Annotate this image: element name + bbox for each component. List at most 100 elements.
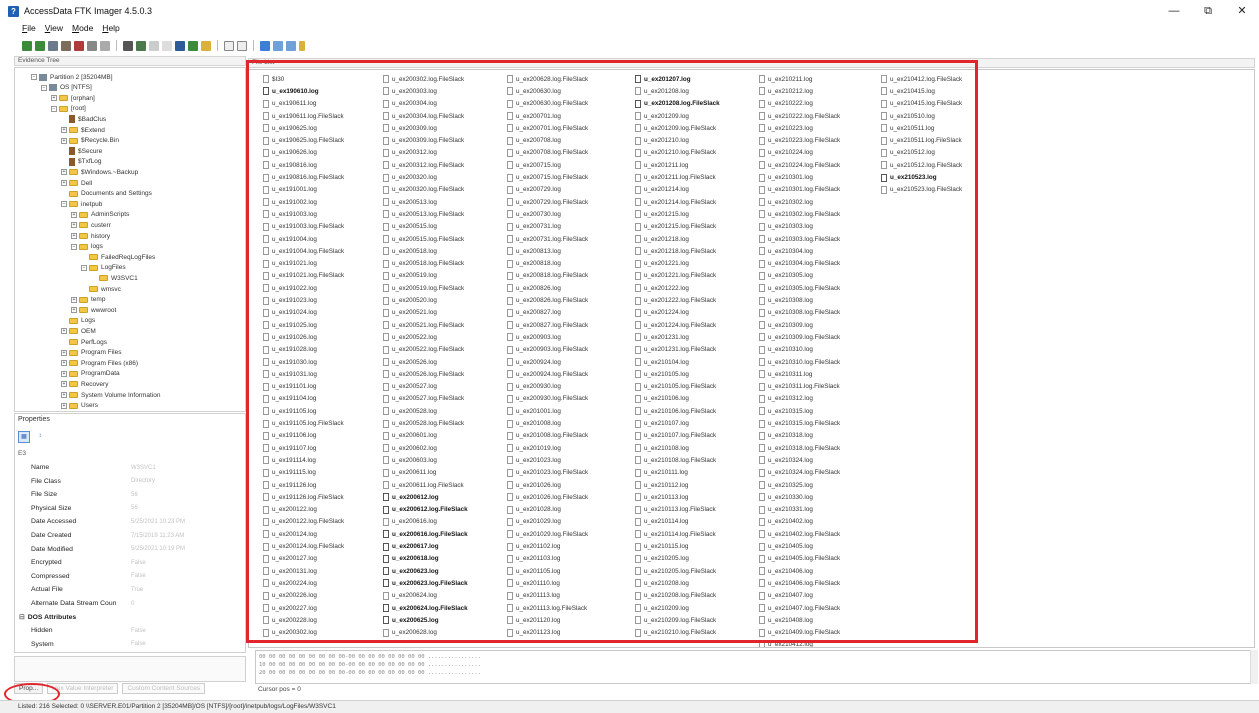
file-list-item[interactable]: u_ex200930.log.FileSlack (507, 393, 588, 405)
tab-custom-content-sources[interactable]: Custom Content Sources (122, 683, 206, 694)
file-list-item[interactable]: u_ex210511.log.FileSlack (881, 135, 962, 147)
tree-node[interactable]: + wwwroot (71, 305, 116, 315)
file-list-item[interactable]: u_ex200526.log.FileSlack (383, 368, 464, 380)
file-list-item[interactable]: u_ex200518.log (383, 245, 437, 257)
expand-toggle-icon[interactable]: + (61, 402, 67, 409)
file-list-item[interactable]: u_ex210523.log.FileSlack (881, 184, 962, 196)
file-list-item[interactable]: u_ex200528.log (383, 405, 437, 417)
file-list-item[interactable]: u_ex201120.log (507, 614, 560, 626)
file-list-item[interactable]: u_ex210113.log.FileSlack (635, 504, 716, 516)
close-button[interactable]: ✕ (1225, 0, 1259, 22)
expand-toggle-icon[interactable]: − (41, 84, 47, 91)
file-list-item[interactable]: u_ex210405.log (759, 540, 813, 552)
file-list-item[interactable]: u_ex200320.log (383, 171, 437, 183)
file-list-item[interactable]: u_ex190611.log.FileSlack (263, 110, 344, 122)
file-list-item[interactable]: u_ex201214.log.FileSlack (635, 196, 716, 208)
tree-node[interactable]: + System Volume Information (61, 390, 160, 400)
capture-memory-icon[interactable] (175, 40, 185, 51)
file-list-item[interactable]: u_ex191026.log (263, 331, 317, 343)
file-list-item[interactable]: u_ex190626.log (263, 147, 317, 159)
tree-node[interactable]: − logs (71, 242, 103, 252)
menu-file[interactable]: File (22, 23, 36, 37)
create-disk-image-icon[interactable] (87, 40, 97, 51)
file-list-item[interactable]: u_ex210205.log (635, 553, 689, 565)
tree-node[interactable]: W3SVC1 (91, 273, 138, 283)
file-list-item[interactable]: u_ex210308.log.FileSlack (759, 307, 840, 319)
file-list-item[interactable]: u_ex210511.log (881, 122, 934, 134)
file-list-item[interactable]: u_ex210407.log (759, 590, 813, 602)
file-list-item[interactable]: u_ex200521.log.FileSlack (383, 319, 464, 331)
file-list-item[interactable]: u_ex201218.log.FileSlack (635, 245, 716, 257)
file-list-item[interactable]: u_ex200731.log (507, 221, 561, 233)
file-list-item[interactable]: u_ex200616.log (383, 516, 437, 528)
file-list-item[interactable]: u_ex200612.log (383, 491, 439, 503)
menu-help[interactable]: Help (102, 23, 119, 37)
file-list-item[interactable]: u_ex201211.log (635, 159, 688, 171)
expand-toggle-icon[interactable]: + (61, 360, 67, 367)
file-list-item[interactable]: u_ex201029.log.FileSlack (507, 528, 588, 540)
file-list-item[interactable]: u_ex191115.log (263, 467, 316, 479)
file-list-item[interactable]: u_ex200124.log (263, 528, 317, 540)
file-list-item[interactable]: u_ex190625.log.FileSlack (263, 135, 344, 147)
categorized-view-icon[interactable]: ▦ (18, 431, 30, 443)
file-list-item[interactable]: u_ex200122.log.FileSlack (263, 516, 344, 528)
file-list-item[interactable]: u_ex200122.log (263, 504, 317, 516)
file-list-item[interactable]: u_ex210107.log (635, 417, 689, 429)
tree-node[interactable]: − [root] (51, 104, 86, 114)
file-list-item[interactable]: u_ex210223.log (759, 122, 813, 134)
file-list-item[interactable]: u_ex200701.log.FileSlack (507, 122, 588, 134)
file-list-item[interactable]: u_ex201221.log.FileSlack (635, 270, 716, 282)
file-list-item[interactable]: u_ex210309.log (759, 319, 813, 331)
file-list-item[interactable]: u_ex201110.log (507, 577, 560, 589)
file-list-item[interactable]: u_ex210308.log (759, 294, 813, 306)
file-list-item[interactable]: u_ex210318.log (759, 430, 813, 442)
file-list-item[interactable]: u_ex200320.log.FileSlack (383, 184, 464, 196)
tab-hex-value-interpreter[interactable]: Hex Value Interpreter (47, 683, 119, 694)
file-list-item[interactable]: u_ex201102.log (507, 540, 560, 552)
file-list-item[interactable]: $I30 (263, 73, 284, 85)
remove-evidence-icon[interactable] (61, 40, 71, 51)
file-list-item[interactable]: u_ex200903.log.FileSlack (507, 344, 588, 356)
expand-toggle-icon[interactable]: − (61, 201, 67, 208)
file-list-item[interactable]: u_ex201224.log (635, 307, 689, 319)
file-list-item[interactable]: u_ex200522.log.FileSlack (383, 344, 464, 356)
file-list-item[interactable]: u_ex210311.log.FileSlack (759, 381, 840, 393)
file-list-item[interactable]: u_ex210224.log (759, 147, 813, 159)
decrypt-icon[interactable] (162, 40, 172, 51)
file-list-item[interactable]: u_ex210311.log (759, 368, 812, 380)
text-view-icon[interactable] (273, 40, 283, 51)
file-list-item[interactable]: u_ex210309.log.FileSlack (759, 331, 840, 343)
expand-toggle-icon[interactable]: + (71, 211, 77, 218)
file-list-item[interactable]: u_ex210211.log (759, 73, 812, 85)
file-list-item[interactable]: u_ex200630.log.FileSlack (507, 98, 588, 110)
file-list-item[interactable]: u_ex210318.log.FileSlack (759, 442, 840, 454)
file-list-item[interactable]: u_ex191105.log (263, 405, 316, 417)
file-list-item[interactable]: u_ex210104.log (635, 356, 689, 368)
file-list-item[interactable]: u_ex210315.log (759, 405, 813, 417)
file-list-item[interactable]: u_ex210412.log.FileSlack (881, 73, 962, 85)
file-list-item[interactable]: u_ex200623.log (383, 565, 439, 577)
tree-node[interactable]: − inetpub (61, 199, 102, 209)
tree-node[interactable]: + custerr (71, 220, 111, 230)
file-list-item[interactable]: u_ex210212.log (759, 85, 813, 97)
file-list-item[interactable]: u_ex201211.log.FileSlack (635, 171, 716, 183)
file-list-item[interactable]: u_ex210324.log (759, 454, 813, 466)
file-list-item[interactable]: u_ex201221.log (635, 258, 689, 270)
add-to-custom-content-icon[interactable] (136, 40, 146, 51)
file-list-item[interactable]: u_ex200628.log (383, 627, 437, 639)
file-list-item[interactable]: u_ex210304.log.FileSlack (759, 258, 840, 270)
file-list-item[interactable]: u_ex191126.log (263, 479, 316, 491)
file-list-item[interactable]: u_ex190611.log (263, 98, 316, 110)
tree-node[interactable]: + $Windows.~Backup (61, 167, 138, 177)
file-list-item[interactable]: u_ex210209.log.FileSlack (635, 614, 716, 626)
file-list-item[interactable]: u_ex200630.log (507, 85, 561, 97)
file-list-item[interactable]: u_ex210107.log.FileSlack (635, 430, 716, 442)
file-list-item[interactable]: u_ex191030.log (263, 356, 317, 368)
file-list-item[interactable]: u_ex191105.log.FileSlack (263, 417, 344, 429)
export-disk-image-icon[interactable] (100, 40, 110, 51)
file-list-item[interactable]: u_ex210222.log (759, 98, 813, 110)
add-all-evidence-icon[interactable] (35, 40, 45, 51)
file-list-item[interactable]: u_ex201231.log.FileSlack (635, 344, 716, 356)
file-list-item[interactable]: u_ex200224.log (263, 577, 317, 589)
tree-node[interactable]: + Dell (61, 178, 92, 188)
